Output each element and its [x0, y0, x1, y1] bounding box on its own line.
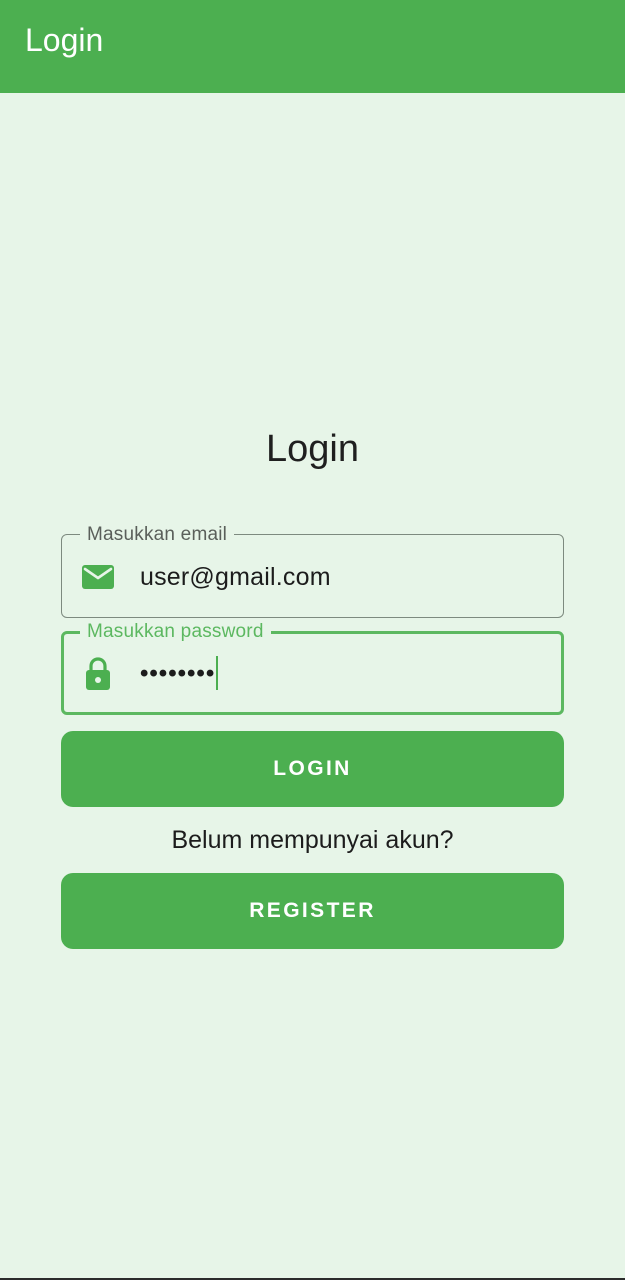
register-prompt-text: Belum mempunyai akun? — [171, 826, 454, 854]
register-button[interactable]: REGISTER — [61, 873, 564, 949]
login-button[interactable]: LOGIN — [61, 731, 564, 807]
form-title: Login — [266, 428, 359, 470]
email-icon — [81, 562, 115, 592]
password-field[interactable]: Masukkan password •••••••• — [61, 620, 564, 715]
text-cursor — [216, 655, 219, 690]
password-masked-text: •••••••• — [140, 660, 216, 687]
email-field[interactable]: Masukkan email user@gmail.com — [61, 523, 564, 618]
password-input-value[interactable]: •••••••• — [140, 655, 219, 690]
password-field-label: Masukkan password — [80, 620, 271, 644]
app-bar: Login — [0, 0, 625, 93]
email-input-value[interactable]: user@gmail.com — [140, 562, 331, 592]
app-bar-title: Login — [25, 22, 104, 58]
lock-icon — [81, 656, 115, 690]
email-field-label: Masukkan email — [80, 523, 235, 547]
